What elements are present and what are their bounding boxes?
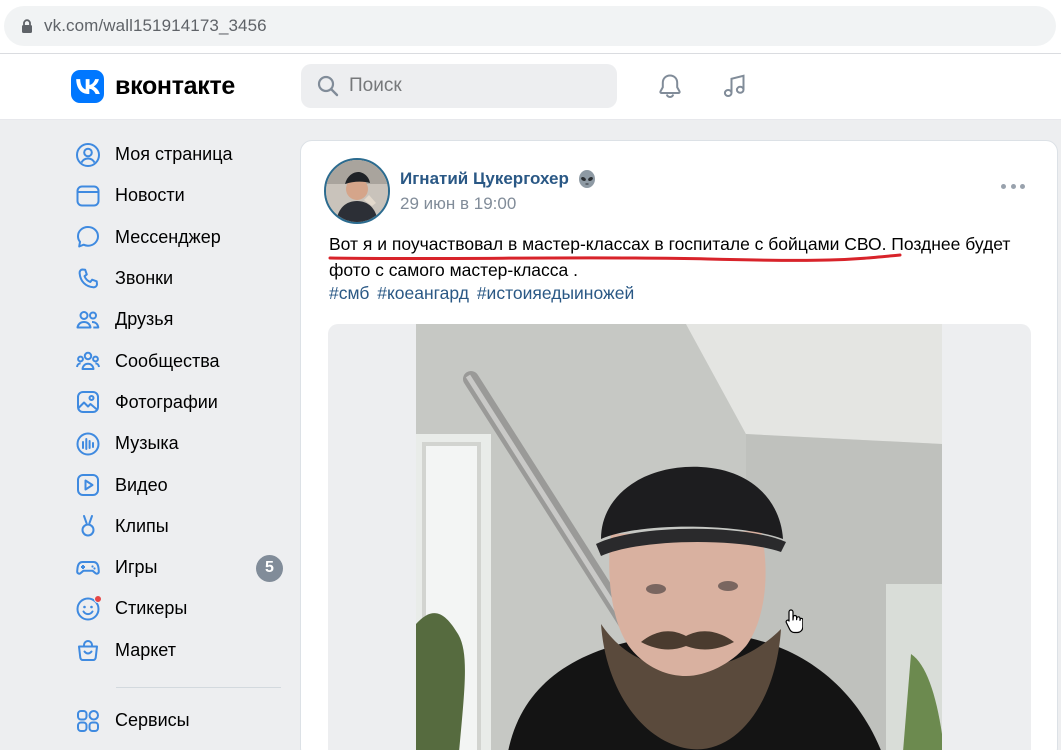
clips-icon [74,512,102,540]
vk-logo-icon [71,70,104,103]
author-line: Игнатий Цукергохер [400,169,597,189]
bell-icon[interactable] [654,70,686,102]
vk-logo[interactable]: вконтакте [71,70,235,103]
notification-dot [94,594,102,603]
photos-icon [74,388,102,416]
sidebar-item-label: Сервисы [115,710,190,730]
communities-icon [74,347,102,375]
search-input[interactable] [349,75,599,97]
post-date[interactable]: 29 июн в 19:00 [400,194,516,214]
left-sidebar: Моя страница Новости Мессенджер Звонки Д… [64,134,290,741]
wall-post: Игнатий Цукергохер 29 июн в 19:00 Вот я … [300,140,1058,750]
url-text[interactable]: vk.com/wall151914173_3456 [44,16,267,36]
sidebar-item-label: Моя страница [115,144,233,165]
search-box[interactable] [301,64,617,108]
sidebar-item-label: Маркет [115,639,176,660]
red-underline-annotation [328,253,902,262]
music-icon[interactable] [719,70,751,102]
sidebar-item-music[interactable]: Музыка [64,423,290,464]
more-options-icon[interactable] [1001,181,1025,191]
sidebar-divider [116,686,281,688]
sticker-icon [74,594,102,623]
sidebar-item-label: Мессенджер [115,226,221,247]
sidebar-item-games[interactable]: Игры 5 [64,547,290,588]
friends-icon [74,306,102,334]
sidebar-item-news[interactable]: Новости [64,175,290,216]
sidebar-item-services[interactable]: Сервисы [64,700,290,741]
sidebar-item-clips[interactable]: Клипы [64,506,290,547]
sidebar-item-label: Фотографии [115,391,218,412]
sidebar-item-label: Друзья [115,309,174,330]
sidebar-item-market[interactable]: Маркет [64,630,290,671]
alien-icon [578,170,595,188]
post-photo-image [416,324,942,750]
video-icon [74,471,102,499]
sidebar-item-label: Видео [115,474,168,495]
music-bars-icon [74,430,102,458]
message-icon [74,223,102,251]
sidebar-item-photos[interactable]: Фотографии [64,382,290,423]
logo-text: вконтакте [115,72,236,100]
sidebar-item-communities[interactable]: Сообщества [64,340,290,381]
sidebar-item-label: Музыка [115,433,179,454]
sidebar-item-label: Клипы [115,515,169,536]
news-icon [74,182,102,210]
games-count-badge: 5 [256,554,283,582]
sidebar-item-calls[interactable]: Звонки [64,258,290,299]
author-avatar[interactable] [324,158,390,224]
hashtag-link[interactable]: #коеангард [377,283,469,303]
sidebar-item-label: Стикеры [115,598,188,619]
phone-icon [74,265,102,293]
sidebar-item-label: Новости [115,185,185,206]
sidebar-item-label: Звонки [115,268,174,289]
user-circle-icon [74,141,102,169]
sidebar-item-label: Игры [115,557,158,578]
hashtags: #смб #коеангард #истоияедыиножей [329,283,637,304]
sidebar-item-video[interactable]: Видео [64,464,290,505]
sidebar-item-my-page[interactable]: Моя страница [64,134,290,175]
sidebar-item-stickers[interactable]: Стикеры [64,588,290,629]
sidebar-item-friends[interactable]: Друзья [64,299,290,340]
hashtag-link[interactable]: #смб [329,283,369,303]
sidebar-item-messenger[interactable]: Мессенджер [64,217,290,258]
market-bag-icon [74,636,102,664]
vk-header: вконтакте [0,54,1061,120]
services-grid-icon [74,707,102,735]
author-name[interactable]: Игнатий Цукергохер [400,169,569,189]
gamepad-icon [74,554,102,582]
sidebar-item-label: Сообщества [115,350,220,371]
post-photo[interactable] [328,324,1031,750]
mouse-cursor-icon [785,609,803,634]
search-icon [317,75,339,97]
lock-icon[interactable] [20,18,34,34]
url-field[interactable]: vk.com/wall151914173_3456 [4,6,1056,46]
hashtag-link[interactable]: #истоияедыиножей [477,283,634,303]
browser-address-bar: vk.com/wall151914173_3456 [0,0,1061,54]
